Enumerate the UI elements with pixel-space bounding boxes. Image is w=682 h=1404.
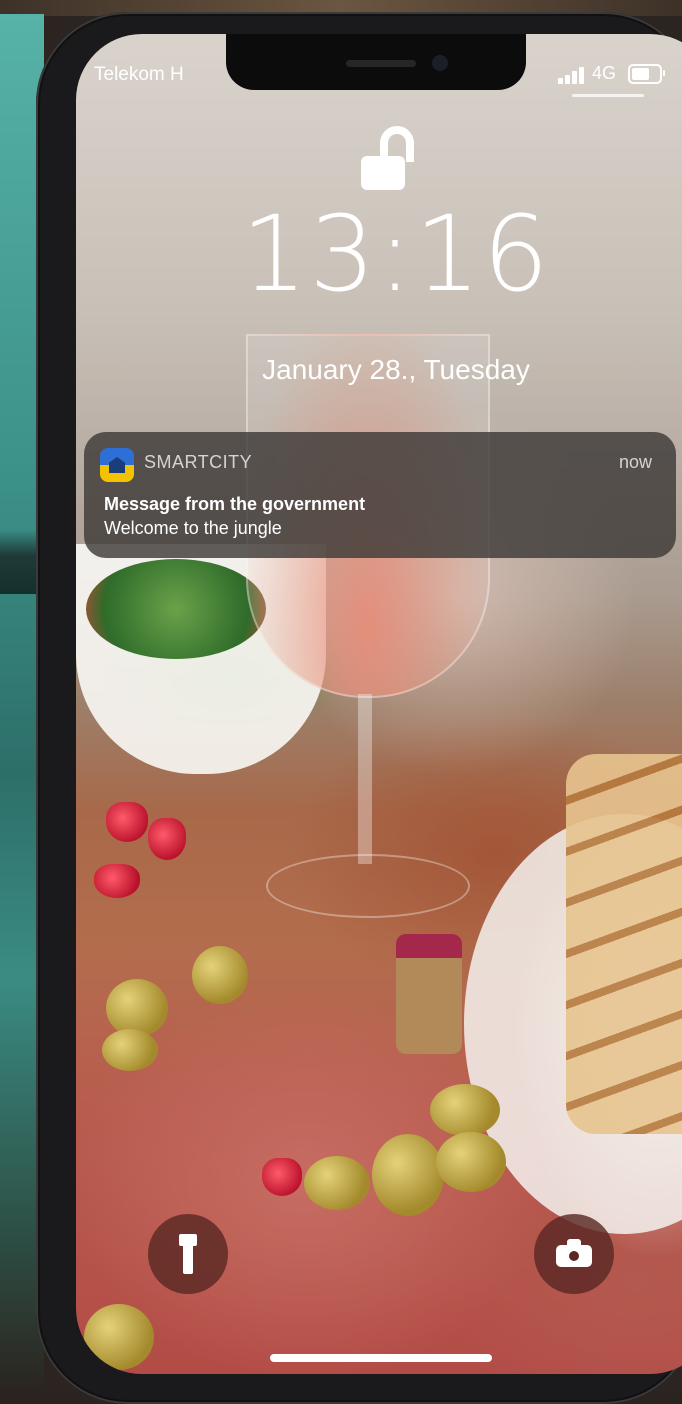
smartcity-app-icon bbox=[100, 448, 134, 482]
lock-screen-date: January 28., Tuesday bbox=[262, 354, 530, 385]
wallpaper-strawberry bbox=[148, 818, 186, 860]
wallpaper-cork bbox=[396, 934, 462, 1054]
status-bar: Telekom H 4G bbox=[76, 34, 682, 104]
notification-app-name: SMARTCITY bbox=[144, 452, 253, 472]
wallpaper-olive bbox=[84, 1304, 154, 1370]
flashlight-button[interactable] bbox=[148, 1214, 228, 1294]
notification-time: now bbox=[618, 452, 652, 472]
wallpaper-olive bbox=[436, 1132, 506, 1192]
network-type: 4G bbox=[592, 63, 617, 83]
wallpaper-olive bbox=[372, 1134, 444, 1216]
wallpaper-salad bbox=[86, 559, 266, 659]
signal-icon bbox=[558, 66, 588, 84]
notch bbox=[226, 34, 526, 90]
wallpaper-olive bbox=[430, 1084, 500, 1136]
unlocked-lock-icon bbox=[358, 122, 428, 192]
camera-icon bbox=[556, 1239, 592, 1267]
wallpaper-olive bbox=[192, 946, 248, 1004]
notification-title: Message from the government bbox=[104, 494, 366, 514]
flashlight-icon bbox=[179, 1234, 197, 1274]
lock-screen: Telekom H 4G 13:16 January 28., Tuesday … bbox=[76, 34, 682, 1374]
wallpaper-bread bbox=[566, 754, 682, 1134]
wallpaper-olive bbox=[102, 1029, 158, 1071]
carrier-name: Telekom H bbox=[94, 64, 184, 85]
speaker-grille bbox=[346, 60, 416, 67]
wallpaper-wine-base bbox=[266, 854, 470, 918]
battery-icon bbox=[628, 64, 665, 84]
wallpaper-strawberry bbox=[262, 1158, 302, 1196]
camera-button[interactable] bbox=[534, 1214, 614, 1294]
notification-body: Welcome to the jungle bbox=[104, 518, 282, 538]
wallpaper-olive bbox=[304, 1156, 370, 1210]
wallpaper-strawberry bbox=[106, 802, 148, 842]
control-center-indicator[interactable] bbox=[572, 94, 644, 97]
wallpaper-wine-stem bbox=[358, 694, 372, 864]
front-camera bbox=[432, 55, 448, 71]
wallpaper-olive bbox=[106, 979, 168, 1037]
wallpaper-strawberry bbox=[94, 864, 140, 898]
notification-card[interactable]: SMARTCITY now Message from the governmen… bbox=[84, 432, 676, 558]
lock-screen-time: 13:16 bbox=[241, 193, 551, 315]
home-indicator[interactable] bbox=[270, 1354, 492, 1362]
